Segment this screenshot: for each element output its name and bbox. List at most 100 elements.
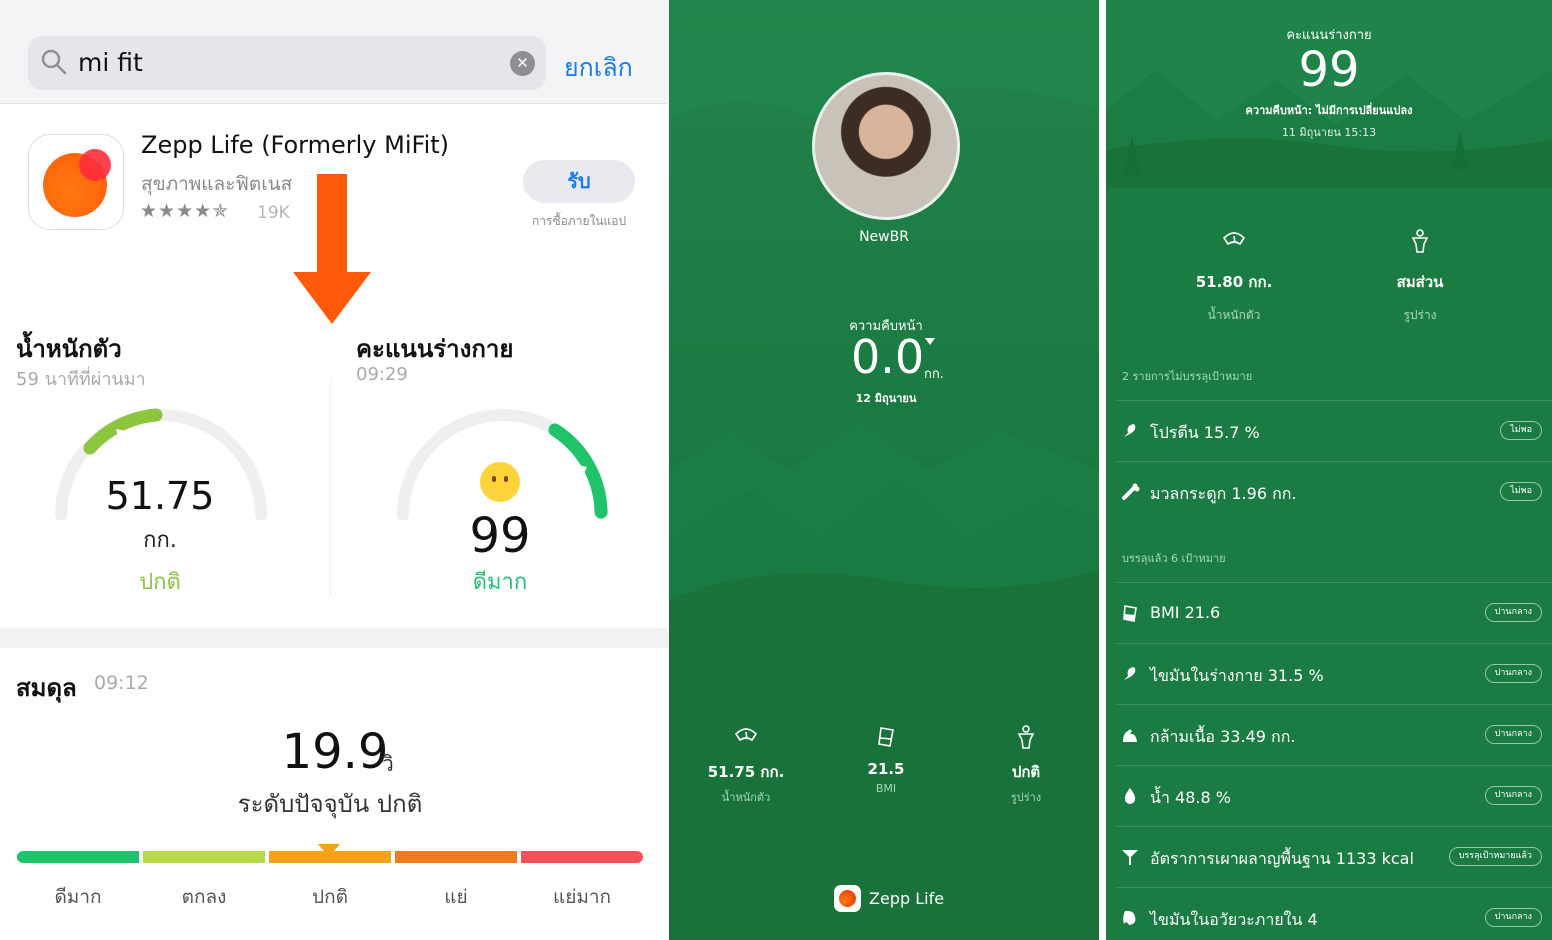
metric-row[interactable]: BMI 21.6 ปานกลาง xyxy=(1116,582,1552,642)
scale-label: แย่มาก xyxy=(552,886,612,908)
metric-text: มวลกระดูก 1.96 กก. xyxy=(1150,484,1297,503)
weight-stat-label: น้ำหนักตัว xyxy=(1207,308,1261,322)
body-score-date: 11 มิถุนายน 15:13 xyxy=(1281,126,1377,139)
rating-count: 19K xyxy=(257,203,290,223)
bmi-icon xyxy=(1120,603,1140,623)
weight-unit: กก. xyxy=(143,528,177,553)
balance-time: 09:12 xyxy=(94,672,149,694)
body-score-progress: ความคืบหน้า: ไม่มีการเปลี่ยนแปลง xyxy=(1245,104,1413,117)
protein-icon xyxy=(1120,421,1140,441)
scale-segment-3 xyxy=(395,851,517,863)
met-section-title: บรรลุแล้ว 6 เป้าหมาย xyxy=(1122,552,1226,565)
bmi-icon xyxy=(878,727,894,747)
search-query: mi fit xyxy=(78,48,143,77)
body-type-stat[interactable]: ปกติ รูปร่าง xyxy=(966,724,1086,806)
visceral-fat-icon xyxy=(1120,908,1140,928)
metric-row[interactable]: มวลกระดูก 1.96 กก. ไม่พอ xyxy=(1116,461,1552,521)
panel-divider xyxy=(1099,0,1106,940)
score-card-title: คะแนนร่างกาย xyxy=(356,335,514,363)
app-category: สุขภาพและฟิตเนส xyxy=(141,173,293,195)
app-store-panel: mi fit ✕ ยกเลิก Zepp Life (Formerly MiFi… xyxy=(0,0,668,940)
balance-value: 19.9 xyxy=(281,724,389,780)
score-value: 99 xyxy=(469,508,531,564)
status-badge: ไม่พอ xyxy=(1500,421,1542,440)
body-type-value: ปกติ xyxy=(1011,763,1041,781)
brand-name: Zepp Life xyxy=(869,889,945,908)
avatar[interactable] xyxy=(812,72,960,220)
metric-row[interactable]: กล้ามเนื้อ 33.49 กก. ปานกลาง xyxy=(1116,704,1552,764)
metabolism-icon xyxy=(1120,847,1140,867)
weight-stat[interactable]: 51.80 กก. น้ำหนักตัว xyxy=(1154,228,1314,325)
app-icon[interactable] xyxy=(28,134,124,230)
weight-card-title: น้ำหนักตัว xyxy=(16,335,122,363)
zepp-life-brand: Zepp Life xyxy=(834,885,994,913)
metric-text: กล้ามเนื้อ 33.49 กก. xyxy=(1150,727,1296,746)
progress-date: 12 มิถุนายน xyxy=(855,392,917,405)
balance-level: ระดับปัจจุบัน ปกติ xyxy=(237,790,423,818)
muscle-icon xyxy=(1120,725,1140,745)
zepp-home-panel: NewBR ความคืบหน้า 0.0 กก. 12 มิถุนายน 51… xyxy=(669,0,1099,940)
rating-stars: ★★★★✯ xyxy=(140,200,230,222)
bmi-stat-label: BMI xyxy=(875,782,897,795)
zepp-logo-icon xyxy=(834,885,861,912)
scale-icon xyxy=(734,728,758,742)
search-icon xyxy=(41,49,67,75)
scale-pointer-icon xyxy=(318,844,340,857)
body-score-value: 99 xyxy=(1298,42,1360,98)
status-badge: ปานกลาง xyxy=(1484,664,1542,683)
body-icon xyxy=(1411,229,1429,253)
down-arrow-icon xyxy=(293,174,371,324)
metric-text: โปรตีน 15.7 % xyxy=(1150,423,1260,442)
metric-row[interactable]: อัตราการเผาผลาญพื้นฐาน 1133 kcal บรรลุเป้… xyxy=(1116,826,1552,886)
status-badge: ไม่พอ xyxy=(1500,482,1542,501)
weight-stat[interactable]: 51.75 กก. น้ำหนักตัว xyxy=(686,724,806,806)
metric-text: น้ำ 48.8 % xyxy=(1150,788,1231,807)
section-band xyxy=(0,628,668,648)
water-icon xyxy=(1120,786,1140,806)
status-badge: ปานกลาง xyxy=(1484,786,1542,805)
scale-label: ปกติ xyxy=(312,886,348,908)
metric-text: ไขมันในอวัยวะภายใน 4 xyxy=(1150,910,1318,929)
bmi-stat[interactable]: 21.5 BMI xyxy=(826,724,946,795)
status-badge: ปานกลาง xyxy=(1484,908,1542,927)
scale-segment-4 xyxy=(521,851,643,863)
balance-title: สมดุล xyxy=(16,674,77,702)
weight-stat-label: น้ำหนักตัว xyxy=(721,791,771,804)
down-triangle-icon xyxy=(925,338,935,345)
search-bar: mi fit ✕ ยกเลิก xyxy=(0,0,668,104)
bone-icon xyxy=(1120,482,1140,502)
body-type-stat[interactable]: สมส่วน รูปร่าง xyxy=(1340,228,1500,325)
status-badge: ปานกลาง xyxy=(1484,603,1542,622)
scale-label: ตกลง xyxy=(181,886,227,908)
unmet-section-title: 2 รายการไม่บรรลุเป้าหมาย xyxy=(1122,370,1253,383)
scale-segment-0 xyxy=(17,851,139,863)
metric-text: BMI 21.6 xyxy=(1150,603,1221,622)
weight-stat-value: 51.80 กก. xyxy=(1195,273,1273,291)
scale-label: ดีมาก xyxy=(54,886,102,908)
scale-label: แย่ xyxy=(444,886,468,908)
metric-row[interactable]: ไขมันในอวัยวะภายใน 4 ปานกลาง xyxy=(1116,887,1552,940)
status-badge: บรรลุเป้าหมายแล้ว xyxy=(1448,847,1542,866)
metric-text: ไขมันในร่างกาย 31.5 % xyxy=(1150,666,1324,685)
body-type-label: รูปร่าง xyxy=(1403,308,1437,322)
search-input[interactable]: mi fit ✕ xyxy=(28,36,546,90)
get-button[interactable]: รับ xyxy=(523,160,635,203)
metric-row[interactable]: ไขมันในร่างกาย 31.5 % ปานกลาง xyxy=(1116,643,1552,703)
score-status: ดีมาก xyxy=(472,570,528,595)
card-divider xyxy=(330,378,331,596)
metric-row[interactable]: น้ำ 48.8 % ปานกลาง xyxy=(1116,765,1552,825)
in-app-purchase-note: การซื้อภายในแอป xyxy=(532,214,627,228)
metric-row[interactable]: โปรตีน 15.7 % ไม่พอ xyxy=(1116,400,1552,460)
progress-value: 0.0 xyxy=(851,330,925,384)
fat-icon xyxy=(1120,664,1140,684)
app-name[interactable]: Zepp Life (Formerly MiFit) xyxy=(141,131,449,159)
weight-status: ปกติ xyxy=(139,570,181,595)
cancel-button[interactable]: ยกเลิก xyxy=(564,48,633,88)
status-badge: ปานกลาง xyxy=(1484,725,1542,744)
weight-stat-value: 51.75 กก. xyxy=(707,763,785,781)
body-score-panel: คะแนนร่างกาย 99 ความคืบหน้า: ไม่มีการเปล… xyxy=(1106,0,1552,940)
score-header: คะแนนร่างกาย 99 ความคืบหน้า: ไม่มีการเปล… xyxy=(1106,0,1552,188)
clear-icon[interactable]: ✕ xyxy=(510,51,535,76)
progress-unit: กก. xyxy=(924,367,944,382)
smiley-icon xyxy=(480,462,520,502)
